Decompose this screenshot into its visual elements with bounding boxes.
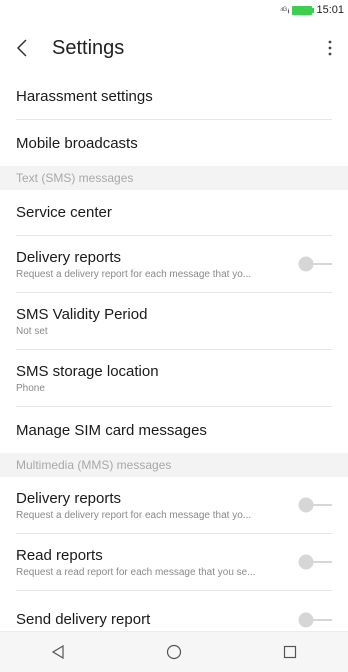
toolbar: Settings	[0, 20, 348, 76]
status-time: 15:01	[316, 4, 344, 16]
nav-home-button[interactable]	[144, 632, 204, 672]
sms-delivery-reports-item[interactable]: Delivery reports Request a delivery repo…	[16, 236, 332, 293]
harassment-settings-item[interactable]: Harassment settings	[16, 74, 332, 120]
sms-storage-location-item[interactable]: SMS storage location Phone	[16, 350, 332, 407]
sms-validity-period-item[interactable]: SMS Validity Period Not set	[16, 293, 332, 350]
item-subtitle: Request a delivery report for each messa…	[16, 509, 252, 521]
section-header-mms: Multimedia (MMS) messages	[0, 453, 348, 477]
send-delivery-report-toggle[interactable]	[298, 612, 332, 628]
battery-icon	[292, 5, 315, 15]
page-title: Settings	[52, 36, 125, 59]
item-title: SMS storage location	[16, 362, 159, 380]
item-title: Send delivery report	[16, 611, 151, 628]
item-title: Delivery reports	[16, 248, 122, 266]
signal-icon: ⁴ᴳ ᵢₗ	[279, 4, 290, 15]
item-title: Mobile broadcasts	[16, 134, 138, 152]
item-title: Read reports	[16, 546, 103, 564]
status-bar: ⁴ᴳ ᵢₗ 15:01	[0, 0, 348, 20]
item-title: Delivery reports	[16, 489, 122, 507]
item-subtitle: Not set	[16, 325, 48, 337]
nav-recents-button[interactable]	[260, 632, 320, 672]
mms-delivery-reports-item[interactable]: Delivery reports Request a delivery repo…	[16, 477, 332, 534]
read-reports-item[interactable]: Read reports Request a read report for e…	[16, 534, 332, 591]
item-title: Service center	[16, 204, 112, 221]
item-subtitle: Request a delivery report for each messa…	[16, 268, 252, 280]
manage-sim-messages-item[interactable]: Manage SIM card messages	[16, 407, 332, 453]
settings-list: Harassment settings Mobile broadcasts Te…	[0, 74, 348, 648]
service-center-item[interactable]: Service center	[16, 190, 332, 236]
navigation-bar	[0, 631, 348, 672]
nav-back-button[interactable]	[28, 632, 88, 672]
read-reports-toggle[interactable]	[298, 554, 332, 570]
back-arrow-icon[interactable]	[0, 20, 44, 76]
more-options-icon[interactable]	[312, 20, 348, 76]
mms-delivery-reports-toggle[interactable]	[298, 497, 332, 513]
item-title: SMS Validity Period	[16, 305, 148, 323]
item-subtitle: Request a read report for each message t…	[16, 566, 256, 578]
section-header-sms: Text (SMS) messages	[0, 166, 348, 190]
item-subtitle: Phone	[16, 382, 45, 394]
item-title: Harassment settings	[16, 88, 153, 105]
mobile-broadcasts-item[interactable]: Mobile broadcasts	[16, 120, 332, 166]
sms-delivery-reports-toggle[interactable]	[298, 256, 332, 272]
item-title: Manage SIM card messages	[16, 421, 207, 439]
